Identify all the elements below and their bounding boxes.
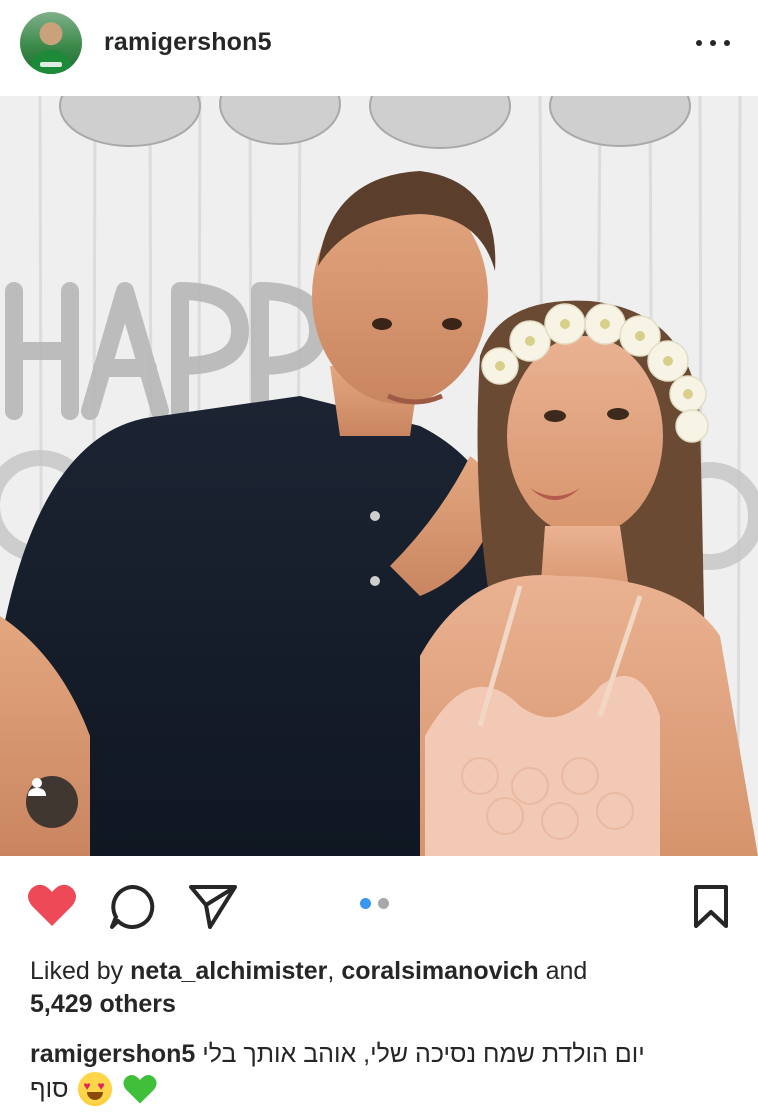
post-caption: ramigershon5 יום הולדת שמח נסיכה שלי, או… — [30, 1036, 730, 1072]
photo-illustration — [0, 96, 758, 856]
carousel-indicator — [360, 898, 389, 909]
comment-icon[interactable] — [108, 883, 156, 936]
green-heart-emoji — [123, 1075, 158, 1104]
send-icon[interactable] — [188, 883, 238, 934]
avatar-shirt-logo — [40, 62, 62, 67]
likes-others-link[interactable]: 5,429 others — [30, 990, 176, 1018]
caption-line-two: סוף ♥ ♥ — [30, 1071, 158, 1107]
person-tag-icon[interactable] — [26, 776, 78, 828]
carousel-dot — [378, 898, 389, 909]
profile-avatar[interactable] — [20, 12, 82, 74]
heart-eyes-emoji: ♥ ♥ — [78, 1072, 113, 1106]
likes-connector: and — [545, 957, 588, 985]
post-header: ramigershon5 — [0, 0, 758, 96]
liked-user-link[interactable]: coralsimanovich — [341, 957, 538, 985]
carousel-dot-active — [360, 898, 371, 909]
more-horizontal-icon[interactable] — [696, 30, 730, 56]
liked-user-link[interactable]: neta_alchimister — [130, 957, 327, 985]
heart-icon[interactable] — [26, 882, 78, 933]
post-username[interactable]: ramigershon5 — [104, 28, 272, 57]
caption-text: יום הולדת שמח נסיכה שלי, אוהב אותך בלי — [202, 1040, 645, 1068]
likes-separator: , — [327, 957, 335, 985]
action-bar — [0, 870, 758, 942]
likes-prefix: Liked by — [30, 957, 124, 985]
bookmark-icon[interactable] — [692, 884, 730, 935]
caption-username[interactable]: ramigershon5 — [30, 1040, 195, 1068]
caption-text-end: סוף — [30, 1075, 69, 1103]
likes-summary: Liked by neta_alchimister, coralsimanovi… — [30, 955, 730, 1021]
post-photo[interactable] — [0, 96, 758, 856]
